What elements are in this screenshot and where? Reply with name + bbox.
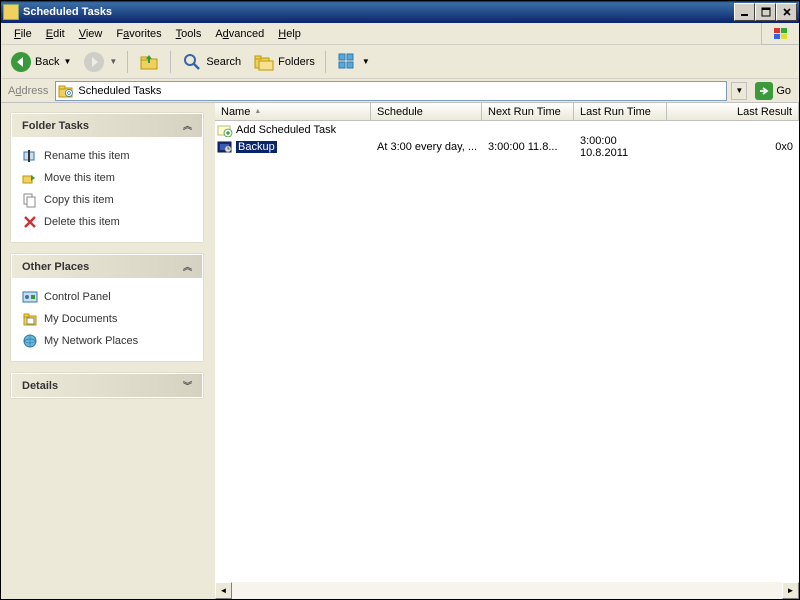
- add-task-icon: [217, 123, 233, 137]
- address-label: Address: [5, 85, 51, 97]
- toolbar-separator: [127, 51, 128, 73]
- folders-button[interactable]: Folders: [248, 48, 320, 76]
- address-folder-icon: [58, 83, 74, 99]
- rename-item-link[interactable]: Rename this item: [22, 145, 192, 167]
- menu-file[interactable]: File: [7, 26, 39, 42]
- task-icon: [217, 140, 233, 154]
- other-places-header[interactable]: Other Places ︽: [12, 255, 202, 278]
- app-icon: [3, 4, 19, 20]
- go-icon: [755, 82, 773, 100]
- details-header[interactable]: Details ︾: [12, 374, 202, 397]
- scroll-left-button[interactable]: ◄: [215, 582, 232, 599]
- forward-dropdown-icon: ▼: [109, 57, 117, 66]
- details-title: Details: [22, 380, 58, 392]
- toolbar-separator: [170, 51, 171, 73]
- control-panel-link[interactable]: Control Panel: [22, 286, 192, 308]
- expand-icon: ︾: [183, 379, 192, 392]
- go-button[interactable]: Go: [751, 81, 795, 101]
- tasks-pane: Folder Tasks ︽ Rename this item Move thi…: [1, 103, 213, 599]
- maximize-button[interactable]: [755, 3, 776, 21]
- folders-icon: [253, 51, 275, 73]
- menu-bar: File Edit View Favorites Tools Advanced …: [1, 23, 799, 45]
- item-last-result: 0x0: [667, 141, 799, 153]
- views-icon: [336, 51, 358, 73]
- go-label: Go: [776, 85, 791, 97]
- column-schedule[interactable]: Schedule: [371, 103, 482, 120]
- item-next-run: 3:00:00 11.8...: [482, 141, 574, 153]
- views-button[interactable]: ▼: [331, 48, 375, 76]
- address-value: Scheduled Tasks: [78, 85, 161, 97]
- list-item[interactable]: Backup At 3:00 every day, ... 3:00:00 11…: [215, 138, 799, 155]
- address-input[interactable]: Scheduled Tasks: [55, 81, 727, 101]
- window-title: Scheduled Tasks: [23, 6, 734, 18]
- folder-tasks-title: Folder Tasks: [22, 120, 89, 132]
- delete-item-link[interactable]: Delete this item: [22, 211, 192, 233]
- toolbar-separator: [325, 51, 326, 73]
- windows-flag-icon: [761, 23, 799, 45]
- network-icon: [22, 333, 38, 349]
- toolbar: Back ▼ ▼ Search Folders ▼: [1, 45, 799, 79]
- network-places-link[interactable]: My Network Places: [22, 330, 192, 352]
- forward-button: ▼: [78, 48, 122, 76]
- column-headers: Name▲ Schedule Next Run Time Last Run Ti…: [215, 103, 799, 121]
- move-icon: [22, 170, 38, 186]
- copy-item-link[interactable]: Copy this item: [22, 189, 192, 211]
- collapse-icon: ︽: [183, 119, 192, 132]
- menu-favorites[interactable]: Favorites: [109, 26, 168, 42]
- file-list[interactable]: Add Scheduled Task Backup At 3:00 every …: [215, 121, 799, 582]
- scroll-right-button[interactable]: ►: [782, 582, 799, 599]
- title-bar: Scheduled Tasks: [1, 1, 799, 23]
- collapse-icon: ︽: [183, 260, 192, 273]
- move-item-link[interactable]: Move this item: [22, 167, 192, 189]
- menu-view[interactable]: View: [72, 26, 110, 42]
- other-places-panel: Other Places ︽ Control Panel My Document…: [11, 254, 203, 361]
- item-name: Add Scheduled Task: [236, 124, 336, 136]
- item-last-run: 3:00:00 10.8.2011: [574, 135, 667, 159]
- back-button[interactable]: Back ▼: [5, 48, 76, 76]
- column-last-result[interactable]: Last Result: [667, 103, 799, 120]
- minimize-button[interactable]: [734, 3, 755, 21]
- menu-edit[interactable]: Edit: [39, 26, 72, 42]
- column-next-run[interactable]: Next Run Time: [482, 103, 574, 120]
- address-dropdown-button[interactable]: ▼: [731, 82, 747, 100]
- rename-icon: [22, 148, 38, 164]
- search-label: Search: [206, 56, 241, 68]
- horizontal-scrollbar[interactable]: ◄ ►: [215, 582, 799, 599]
- scroll-track[interactable]: [232, 582, 782, 599]
- back-icon: [10, 51, 32, 73]
- folders-label: Folders: [278, 56, 315, 68]
- search-button[interactable]: Search: [176, 48, 246, 76]
- my-documents-link[interactable]: My Documents: [22, 308, 192, 330]
- copy-icon: [22, 192, 38, 208]
- menu-tools[interactable]: Tools: [169, 26, 209, 42]
- views-dropdown-icon[interactable]: ▼: [362, 57, 370, 66]
- address-bar: Address Scheduled Tasks ▼ Go: [1, 79, 799, 103]
- list-pane: Name▲ Schedule Next Run Time Last Run Ti…: [213, 103, 799, 599]
- other-places-title: Other Places: [22, 261, 89, 273]
- details-panel: Details ︾: [11, 373, 203, 398]
- menu-help[interactable]: Help: [271, 26, 308, 42]
- folder-up-icon: [138, 51, 160, 73]
- menu-advanced[interactable]: Advanced: [208, 26, 271, 42]
- back-dropdown-icon[interactable]: ▼: [63, 57, 71, 66]
- close-button[interactable]: [776, 3, 797, 21]
- delete-icon: [22, 214, 38, 230]
- control-panel-icon: [22, 289, 38, 305]
- documents-icon: [22, 311, 38, 327]
- column-name[interactable]: Name▲: [215, 103, 371, 120]
- up-button[interactable]: [133, 48, 165, 76]
- list-item[interactable]: Add Scheduled Task: [215, 121, 799, 138]
- search-icon: [181, 51, 203, 73]
- folder-tasks-panel: Folder Tasks ︽ Rename this item Move thi…: [11, 113, 203, 242]
- sort-asc-icon: ▲: [254, 108, 261, 115]
- item-schedule: At 3:00 every day, ...: [371, 141, 482, 153]
- column-last-run[interactable]: Last Run Time: [574, 103, 667, 120]
- folder-tasks-header[interactable]: Folder Tasks ︽: [12, 114, 202, 137]
- forward-icon: [83, 51, 105, 73]
- back-label: Back: [35, 56, 59, 68]
- item-name: Backup: [236, 141, 277, 153]
